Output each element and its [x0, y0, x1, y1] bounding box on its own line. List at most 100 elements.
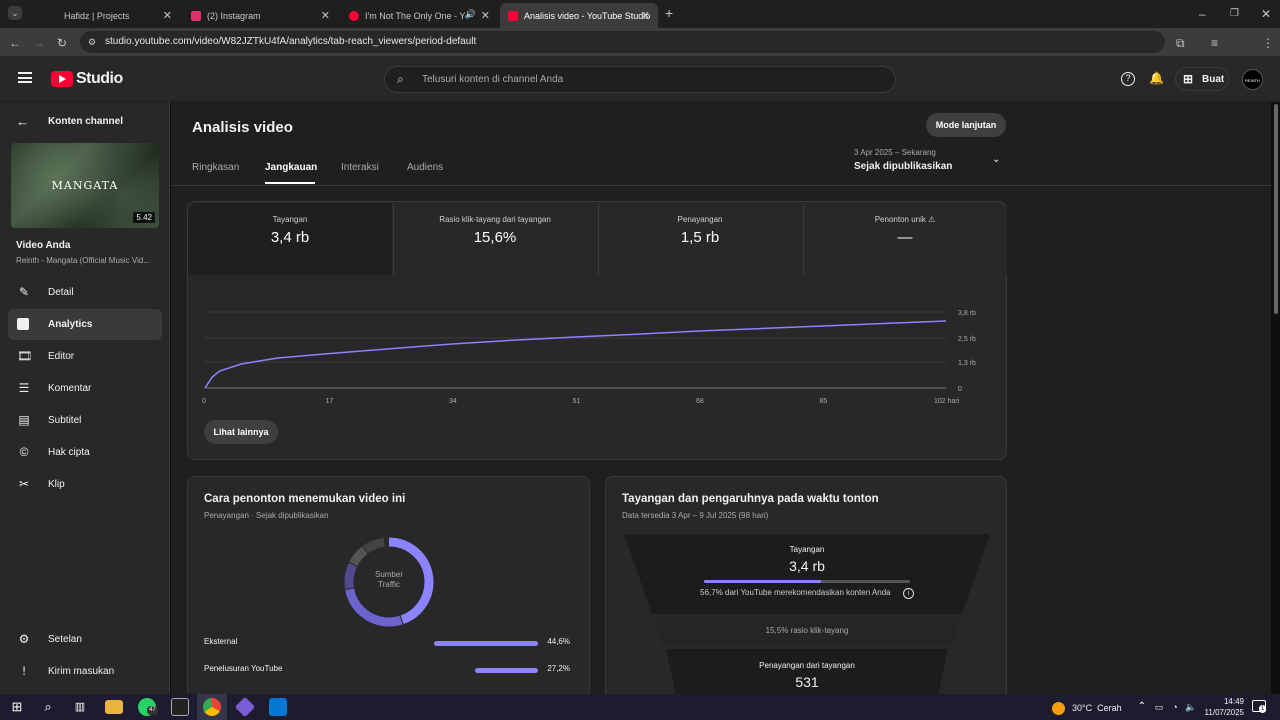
volume-icon[interactable]: 🔈 — [1182, 698, 1200, 716]
sidebar-item-comments[interactable]: ☰ Komentar — [8, 373, 162, 404]
back-to-content-button[interactable]: ← Konten channel — [16, 114, 156, 130]
instagram-icon — [191, 10, 201, 21]
metric-impressions[interactable]: Tayangan 3,4 rb — [188, 203, 392, 275]
metric-label: Penayangan — [677, 215, 723, 224]
x-tick-label: 17 — [326, 398, 334, 405]
sidebar-item-subtitles[interactable]: ▤ Subtitel — [8, 405, 162, 436]
reload-icon[interactable]: ↻ — [57, 36, 67, 50]
sidebar-item-label: Editor — [48, 351, 75, 362]
minimize-icon[interactable]: – — [1199, 7, 1206, 21]
app-icon[interactable] — [171, 698, 189, 716]
search-input[interactable]: Telusuri konten di channel Anda — [422, 74, 563, 85]
metric-divider — [598, 203, 599, 275]
vscode-icon[interactable] — [269, 698, 287, 716]
funnel-impressions-value: 3,4 rb — [789, 558, 825, 574]
close-tab-icon[interactable]: ✕ — [321, 9, 330, 22]
tab-instagram[interactable]: (2) Instagram ✕ — [183, 3, 338, 28]
warning-icon: ⚠ — [928, 215, 936, 224]
notification-center-icon[interactable]: 1 — [1252, 700, 1267, 713]
tray-chevron-icon[interactable]: ⌃ — [1133, 698, 1151, 716]
close-tab-icon[interactable]: ✕ — [163, 9, 172, 22]
search-bar[interactable]: ⌕ Telusuri konten di channel Anda — [384, 66, 896, 93]
date-range-picker[interactable]: 3 Apr 2025 – Sekarang Sejak dipublikasik… — [850, 145, 1005, 177]
create-label: Buat — [1202, 74, 1225, 85]
new-tab-button[interactable]: + — [665, 6, 673, 20]
tab-hafidz-projects[interactable]: Hafidz | Projects ✕ — [40, 3, 180, 28]
clock-time: 14:49 — [1223, 697, 1244, 706]
metric-views[interactable]: Penayangan 1,5 rb — [598, 203, 802, 275]
close-tab-icon[interactable]: ✕ — [481, 9, 490, 22]
impressions-series-line[interactable] — [204, 320, 947, 389]
site-info-icon[interactable]: ⚙ — [88, 31, 96, 53]
browser-menu-icon[interactable]: ⋮ — [1262, 36, 1274, 50]
tab-reach[interactable]: Jangkauan — [265, 162, 317, 173]
page-scrollbar[interactable] — [1274, 104, 1278, 314]
sidebar-item-label: Hak cipta — [48, 447, 90, 458]
windows-start-icon[interactable]: ⊞ — [8, 698, 26, 716]
maximize-icon[interactable]: ❐ — [1230, 7, 1239, 21]
see-more-button[interactable]: Lihat lainnya — [204, 420, 278, 444]
metric-divider — [803, 203, 804, 275]
recommended-note: 56,7% dari YouTube merekomendasikan kont… — [606, 588, 1006, 599]
close-tab-icon[interactable]: ✕ — [641, 9, 650, 22]
browser-tab-bar: ⌄ Hafidz | Projects ✕ (2) Instagram ✕ I'… — [0, 0, 1280, 28]
help-icon[interactable]: ? — [1121, 72, 1135, 86]
audio-playing-icon[interactable]: 🔊 — [465, 9, 476, 20]
tab-search-icon[interactable]: ⌄ — [8, 6, 22, 20]
tab-youtube-music[interactable]: I'm Not The Only One - Yo 🔊 ✕ — [341, 3, 498, 28]
whatsapp-icon[interactable]: 47 — [138, 698, 158, 716]
back-icon[interactable]: ← — [9, 36, 21, 50]
tab-youtube-studio[interactable]: Analisis video - YouTube Studio ✕ — [500, 3, 658, 28]
studio-logo[interactable]: Studio — [51, 70, 123, 88]
clock-date: 11/07/2025 — [1204, 708, 1244, 717]
source-name: Eksternal — [204, 637, 238, 646]
weather-text: 30°C Cerah — [1072, 703, 1122, 713]
sidebar-item-feedback[interactable]: ! Kirim masukan — [8, 656, 162, 687]
search-taskbar-icon[interactable]: ⌕ — [39, 698, 57, 716]
address-input[interactable]: ⚙ studio.youtube.com/video/W82JZTkU4fA/a… — [80, 31, 1165, 53]
sidebar-item-copyright[interactable]: © Hak cipta — [8, 437, 162, 468]
x-tick-label: 102 hari — [934, 398, 960, 405]
traffic-title: Cara penonton menemukan video ini — [204, 493, 406, 505]
site-favicon-icon — [48, 10, 58, 21]
sidebar-item-detail[interactable]: ✎ Detail — [8, 277, 162, 308]
sidebar-item-settings[interactable]: ⚙ Setelan — [8, 624, 162, 655]
video-thumbnail[interactable]: MANGATA 5.42 — [11, 143, 159, 228]
clock[interactable]: 14:49 11/07/2025 — [1200, 696, 1244, 718]
youtube-studio-icon — [508, 10, 518, 21]
sidebar-item-label: Kirim masukan — [48, 666, 115, 677]
sidebar-item-clips[interactable]: ✂ Klip — [8, 469, 162, 500]
date-preset-text: Sejak dipublikasikan — [854, 161, 953, 172]
notifications-bell-icon[interactable]: 🔔 — [1149, 71, 1164, 85]
date-range-text: 3 Apr 2025 – Sekarang — [854, 148, 936, 157]
extensions-icon[interactable]: ⧉ — [1176, 36, 1185, 50]
tab-overview[interactable]: Ringkasan — [192, 162, 239, 173]
info-icon[interactable]: i — [902, 588, 914, 599]
forward-icon[interactable]: → — [33, 36, 45, 50]
youtube-logo-icon — [51, 71, 73, 87]
metric-ctr[interactable]: Rasio klik-tayang dari tayangan 15,6% — [393, 203, 597, 275]
traffic-source-row[interactable]: Penelusuran YouTube 27,2% — [204, 664, 570, 678]
sidebar-item-analytics[interactable]: Analytics — [8, 309, 162, 340]
close-window-icon[interactable]: ✕ — [1261, 7, 1271, 21]
weather-widget[interactable]: 30°C Cerah — [1052, 700, 1122, 716]
create-button[interactable]: ⊞ Buat — [1175, 67, 1229, 91]
subtitle-icon: ▤ — [18, 413, 30, 427]
media-control-icon[interactable]: ≡ — [1211, 36, 1218, 50]
advanced-mode-button[interactable]: Mode lanjutan — [926, 113, 1006, 137]
chrome-icon[interactable] — [203, 698, 221, 716]
git-icon[interactable] — [234, 696, 256, 718]
tab-engagement[interactable]: Interaksi — [341, 162, 379, 173]
x-tick-label: 68 — [696, 398, 704, 405]
copyright-icon: © — [19, 445, 29, 459]
tab-audience[interactable]: Audiens — [407, 162, 443, 173]
file-explorer-icon[interactable] — [105, 700, 123, 714]
metric-value: 1,5 rb — [680, 229, 720, 246]
channel-avatar[interactable]: REINTH — [1242, 69, 1263, 90]
hamburger-menu-icon[interactable] — [18, 72, 32, 83]
sidebar-item-editor[interactable]: 🎞 Editor — [8, 341, 162, 372]
metric-unique-viewers[interactable]: Penonton unik ⚠ — — [803, 203, 1007, 275]
task-view-icon[interactable]: ▥ — [71, 698, 89, 716]
traffic-sources-card: Cara penonton menemukan video ini Penaya… — [187, 476, 590, 706]
traffic-source-row[interactable]: Eksternal 44,6% — [204, 637, 570, 651]
